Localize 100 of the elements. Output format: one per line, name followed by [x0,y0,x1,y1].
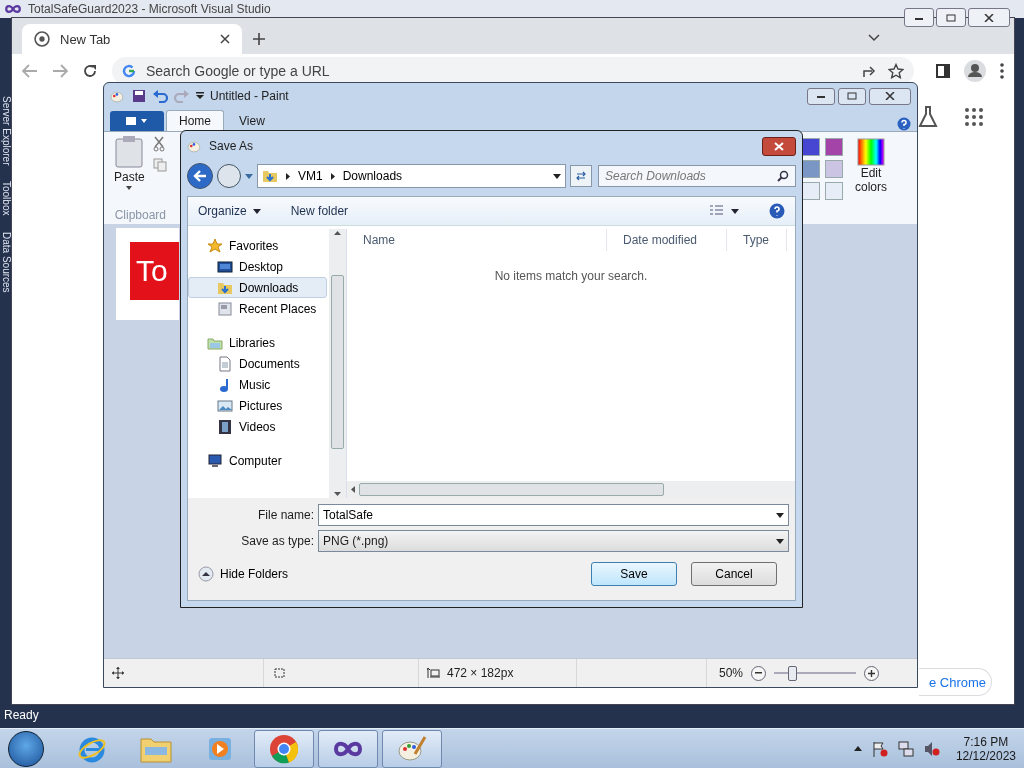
caret-icon [252,208,261,214]
chevron-down-icon[interactable] [868,34,880,42]
maximize-button[interactable] [936,8,966,27]
column-header[interactable]: Type [727,229,787,251]
customize-button[interactable]: e Chrome [919,668,992,696]
taskbar-button[interactable] [254,729,314,768]
browser-logo-icon [34,31,50,47]
address-input[interactable]: Search Google or type a URL [146,63,852,79]
help-icon[interactable] [897,117,911,131]
minimize-button[interactable] [904,8,934,27]
paste-button[interactable]: Paste [114,136,145,208]
image-size-icon [427,667,441,679]
ribbon-tab[interactable]: View [226,110,278,131]
chevron-right-icon [286,172,290,180]
new-folder-button[interactable]: New folder [290,204,349,218]
flag-icon[interactable] [871,740,888,757]
undo-icon[interactable] [152,89,168,103]
slider-thumb[interactable] [788,665,798,681]
organize-button[interactable]: Organize [198,204,261,218]
new-tab-icon[interactable] [252,32,266,46]
search-box[interactable]: Search Downloads [598,165,796,187]
edit-colors-button[interactable]: Edit colors [851,138,891,224]
dropdown-arrow-icon[interactable] [196,92,204,100]
tree-item[interactable]: Favorites [188,235,327,256]
scroll-left-icon[interactable] [351,486,355,493]
color-swatch[interactable] [825,160,843,178]
zoom-out-button[interactable] [751,665,767,681]
tree-item[interactable]: Videos [188,416,327,437]
drawing-canvas[interactable]: To [116,228,179,320]
dialog-title: Save As [209,139,255,153]
side-tab[interactable]: Data Sources [0,231,12,293]
back-button[interactable] [187,163,213,189]
address-bar[interactable]: Search Google or type a URL [112,57,914,85]
tree-item[interactable]: Documents [188,353,327,374]
tree-item[interactable]: Desktop [188,256,327,277]
column-header[interactable]: Name [347,229,607,251]
share-icon[interactable] [862,64,878,78]
scroll-down-icon[interactable] [334,492,341,496]
side-tab[interactable]: Toolbox [0,181,12,216]
close-icon [774,141,784,151]
desktop-icon [217,258,233,275]
taskbar-button[interactable] [382,729,442,768]
close-icon[interactable] [220,34,230,44]
search-field[interactable]: Search Downloads [605,169,777,183]
caret-icon [126,186,133,190]
reload-icon[interactable] [82,63,98,79]
file-type-dropdown[interactable]: PNG (*.png) [318,530,789,552]
dialog-button[interactable]: Save [591,562,677,586]
breadcrumb[interactable]: Downloads [342,169,403,183]
menu-icon[interactable] [1000,63,1004,79]
zoom-in-button[interactable] [864,665,880,681]
caret-icon[interactable] [776,512,784,518]
caret-icon[interactable] [776,538,784,544]
file-menu-button[interactable] [110,111,164,131]
help-icon[interactable] [769,203,785,219]
refresh-button[interactable] [570,165,592,187]
apps-grid-icon[interactable] [965,108,983,126]
taskbar-button[interactable] [318,729,378,768]
scroll-up-icon[interactable] [334,231,341,235]
column-header[interactable]: Date modified [607,229,727,251]
forward-button[interactable] [217,164,241,188]
color-swatch[interactable] [825,182,843,200]
close-button[interactable] [762,136,796,156]
breadcrumb[interactable]: VM1 [298,169,323,183]
flask-icon[interactable] [918,106,938,128]
file-name-field[interactable]: TotalSafe [323,508,776,522]
save-icon[interactable] [132,89,146,103]
caret-up-icon[interactable] [853,746,862,751]
side-tab[interactable]: Server Explorer [0,96,12,166]
star-icon[interactable] [888,63,904,79]
hide-folders-button[interactable]: Hide Folders [198,566,289,582]
profile-icon[interactable] [964,60,986,82]
clock[interactable]: 7:16 PM 12/12/2023 [955,734,1016,763]
tree-item[interactable]: Downloads [188,277,327,298]
ribbon-tab[interactable]: Home [166,110,224,131]
tree-item[interactable]: Music [188,374,327,395]
scissors-icon[interactable] [152,136,165,152]
color-swatch[interactable] [825,138,843,156]
browser-tab[interactable]: New Tab [22,24,242,54]
view-options-icon[interactable] [709,205,739,217]
documents-icon [217,355,233,372]
file-name-box[interactable]: TotalSafe [318,504,789,526]
dialog-button[interactable]: Cancel [691,562,777,586]
field-label: Save as type: [240,534,314,548]
maximize-icon [847,92,857,100]
tree-item[interactable]: Computer [188,450,327,471]
caret-icon[interactable] [553,173,561,179]
tree-item[interactable]: Pictures [188,395,327,416]
address-bar[interactable]: VM1 Downloads [257,164,566,188]
minimize-button[interactable] [807,87,835,105]
close-button[interactable] [869,87,911,105]
volume-muted-icon[interactable] [923,740,940,757]
document-caret-icon [125,116,149,126]
network-icon[interactable] [897,740,914,757]
empty-message: No items match your search. [493,269,649,285]
move-cursor-icon [112,667,124,679]
start-button[interactable] [8,730,44,767]
tree-item[interactable]: Recent Places [188,298,327,319]
side-panel-icon[interactable] [936,64,950,78]
tree-item[interactable]: Libraries [188,332,327,353]
